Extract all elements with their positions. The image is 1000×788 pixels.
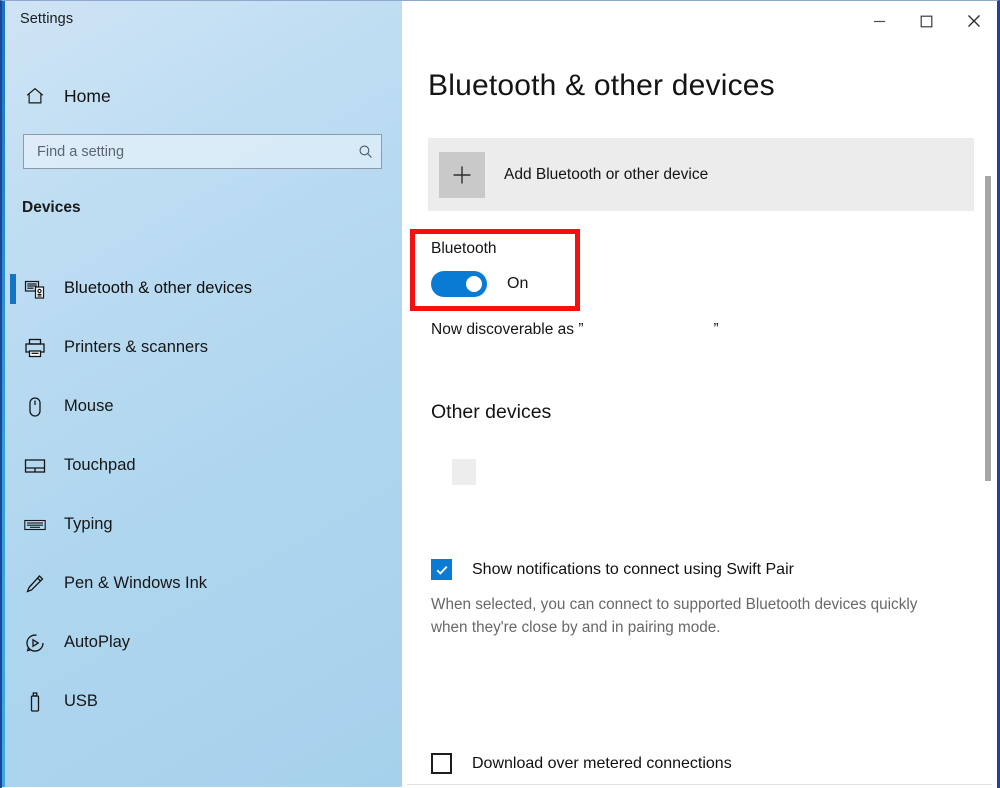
- sidebar-item-label: AutoPlay: [64, 633, 131, 651]
- pen-icon: [20, 572, 50, 596]
- scrollbar-thumb[interactable]: [985, 176, 991, 481]
- selected-indicator: [10, 273, 16, 304]
- discoverable-prefix: Now discoverable as ”: [431, 321, 584, 338]
- sidebar-item-label: Typing: [64, 515, 113, 533]
- sidebar: Settings Home Devices: [2, 1, 402, 787]
- sidebar-item-printers-scanners[interactable]: Printers & scanners: [2, 318, 402, 377]
- sidebar-item-typing[interactable]: Typing: [2, 495, 402, 554]
- autoplay-icon: [20, 631, 50, 655]
- settings-window: Settings Home Devices: [0, 0, 1000, 788]
- sidebar-item-label: USB: [64, 692, 98, 710]
- add-device-label: Add Bluetooth or other device: [504, 165, 709, 183]
- sidebar-item-label: Touchpad: [64, 456, 136, 474]
- swift-pair-description: When selected, you can connect to suppor…: [431, 596, 918, 636]
- sidebar-item-home[interactable]: Home: [2, 75, 402, 117]
- window-controls: [856, 1, 997, 41]
- other-devices-heading: Other devices: [431, 401, 552, 423]
- metered-connections-checkbox-row[interactable]: Download over metered connections: [431, 753, 732, 774]
- sidebar-item-bluetooth-other-devices[interactable]: Bluetooth & other devices: [2, 259, 402, 318]
- sidebar-item-pen-windows-ink[interactable]: Pen & Windows Ink: [2, 554, 402, 613]
- sidebar-group-heading: Devices: [22, 199, 81, 216]
- sidebar-item-label: Pen & Windows Ink: [64, 574, 208, 592]
- mouse-icon: [20, 395, 50, 419]
- device-thumbnail-placeholder: [452, 459, 476, 485]
- plus-icon: [439, 151, 485, 198]
- discoverable-suffix: ”: [713, 321, 719, 338]
- sidebar-item-autoplay[interactable]: AutoPlay: [2, 613, 402, 672]
- search-input[interactable]: [24, 143, 349, 160]
- add-bluetooth-or-other-device-button[interactable]: Add Bluetooth or other device: [428, 138, 974, 211]
- discoverable-status: Now discoverable as ” ”: [431, 321, 719, 339]
- sidebar-item-touchpad[interactable]: Touchpad: [2, 436, 402, 495]
- home-icon: [20, 85, 50, 107]
- page-title: Bluetooth & other devices: [428, 69, 775, 102]
- metered-connections-checkbox[interactable]: [431, 753, 452, 774]
- main-content: Bluetooth & other devices Add Bluetooth …: [402, 1, 997, 787]
- usb-icon: [20, 690, 50, 714]
- search-icon: [349, 143, 381, 160]
- sidebar-item-mouse[interactable]: Mouse: [2, 377, 402, 436]
- touchpad-icon: [20, 454, 50, 478]
- bluetooth-toggle-highlight-annotation: [410, 229, 580, 311]
- sidebar-item-label: Mouse: [64, 397, 114, 415]
- sidebar-item-usb[interactable]: USB: [2, 672, 402, 731]
- swift-pair-checkbox[interactable]: [431, 559, 452, 580]
- sidebar-item-label: Printers & scanners: [64, 338, 208, 356]
- sidebar-item-label: Bluetooth & other devices: [64, 279, 253, 297]
- metered-connections-label: Download over metered connections: [472, 754, 732, 772]
- app-title: Settings: [20, 11, 74, 27]
- bluetooth-devices-icon: [20, 277, 50, 301]
- swift-pair-checkbox-row[interactable]: Show notifications to connect using Swif…: [431, 559, 794, 580]
- swift-pair-label: Show notifications to connect using Swif…: [472, 560, 794, 578]
- minimize-button[interactable]: [856, 1, 903, 41]
- keyboard-icon: [20, 513, 50, 537]
- maximize-button[interactable]: [903, 1, 950, 41]
- close-button[interactable]: [950, 1, 997, 41]
- sidebar-item-home-label: Home: [64, 85, 111, 106]
- printer-icon: [20, 336, 50, 360]
- search-box[interactable]: [23, 134, 382, 169]
- bottom-divider: [407, 784, 992, 785]
- sidebar-nav: Bluetooth & other devices Printers & sca…: [2, 259, 402, 731]
